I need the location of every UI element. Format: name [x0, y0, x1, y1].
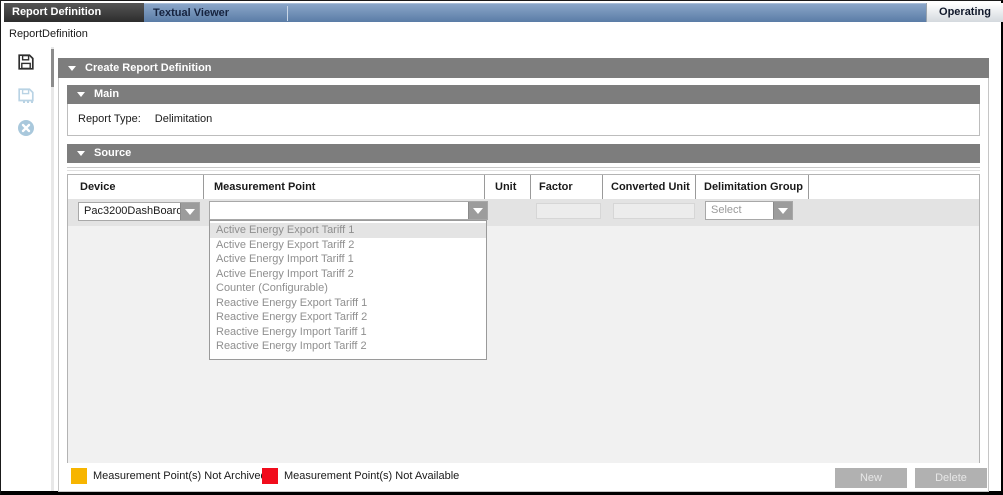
- legend-item-not-archived: Measurement Point(s) Not Archived: [71, 468, 267, 484]
- collapse-triangle-icon: [77, 151, 85, 156]
- column-header-converted-unit: Converted Unit: [602, 175, 695, 199]
- dropdown-option[interactable]: Reactive Energy Export Tariff 1: [210, 296, 486, 311]
- column-header-factor: Factor: [530, 175, 602, 199]
- measurement-point-options-list: Active Energy Export Tariff 1 Active Ene…: [209, 220, 487, 360]
- main-section-body: Report Type: Delimitation: [67, 104, 980, 136]
- dropdown-option[interactable]: Reactive Energy Import Tariff 1: [210, 325, 486, 340]
- source-table: Device Measurement Point Unit Factor Con…: [67, 174, 980, 464]
- scrollbar-thumb[interactable]: [51, 49, 54, 87]
- column-header-filler: [808, 175, 979, 199]
- legend-label: Measurement Point(s) Not Available: [284, 470, 459, 482]
- section-header-create-report[interactable]: Create Report Definition: [58, 58, 989, 78]
- section-title: Source: [94, 147, 131, 159]
- tab-operating[interactable]: Operating: [926, 3, 1003, 22]
- delimitation-group-dropdown[interactable]: Select: [705, 201, 793, 220]
- tab-separator: [287, 6, 288, 21]
- tab-textual-viewer[interactable]: Textual Viewer: [153, 4, 229, 22]
- section-header-main[interactable]: Main: [67, 85, 980, 104]
- dropdown-option[interactable]: Active Energy Export Tariff 2: [210, 238, 486, 253]
- factor-input[interactable]: [536, 203, 601, 219]
- device-dropdown[interactable]: Pac3200DashBoard: [78, 202, 200, 221]
- column-header-device: Device: [68, 175, 203, 199]
- chevron-down-icon[interactable]: [773, 202, 792, 219]
- divider: [67, 167, 980, 168]
- column-header-unit: Unit: [484, 175, 530, 199]
- device-dropdown-value: Pac3200DashBoard: [79, 203, 180, 220]
- legend-bar: Measurement Point(s) Not Archived Measur…: [59, 463, 988, 491]
- red-swatch-icon: [262, 468, 278, 484]
- collapse-triangle-icon: [77, 92, 85, 97]
- collapse-triangle-icon: [68, 66, 76, 71]
- dropdown-option[interactable]: Reactive Energy Export Tariff 2: [210, 310, 486, 325]
- legend-label: Measurement Point(s) Not Archived: [93, 470, 267, 482]
- tab-strip: Textual Viewer: [144, 3, 926, 22]
- dropdown-option[interactable]: Active Energy Export Tariff 1: [210, 223, 486, 238]
- report-type-value: Delimitation: [155, 113, 212, 125]
- dropdown-option[interactable]: Active Energy Import Tariff 1: [210, 252, 486, 267]
- save-as-dots: [23, 101, 33, 103]
- converted-unit-input[interactable]: [613, 203, 695, 219]
- legend-item-not-available: Measurement Point(s) Not Available: [262, 468, 459, 484]
- table-header-row: Device Measurement Point Unit Factor Con…: [68, 175, 979, 199]
- save-icon[interactable]: [17, 53, 35, 71]
- cancel-icon[interactable]: [17, 119, 35, 137]
- column-header-delimitation-group: Delimitation Group: [695, 175, 808, 199]
- column-header-measurement-point: Measurement Point: [203, 175, 484, 199]
- section-title: Create Report Definition: [85, 62, 212, 74]
- top-tab-bar: Report Definition Textual Viewer Operati…: [3, 3, 1001, 22]
- dropdown-option[interactable]: Active Energy Import Tariff 2: [210, 267, 486, 282]
- delimitation-group-dropdown-value: Select: [706, 202, 773, 219]
- dropdown-option[interactable]: Counter (Configurable): [210, 281, 486, 296]
- report-type-label: Report Type:: [78, 113, 141, 125]
- new-button[interactable]: New: [835, 468, 907, 488]
- create-report-panel: Create Report Definition Main Report Typ…: [58, 58, 989, 492]
- yellow-swatch-icon: [71, 468, 87, 484]
- measurement-point-dropdown-value: [210, 202, 468, 219]
- vertical-scrollbar[interactable]: [51, 47, 54, 491]
- table-row: Pac3200DashBoard Select: [68, 199, 979, 226]
- divider: [67, 170, 980, 171]
- tab-report-definition[interactable]: Report Definition: [4, 3, 144, 22]
- measurement-point-dropdown[interactable]: [209, 201, 488, 220]
- section-header-source[interactable]: Source: [67, 144, 980, 163]
- chevron-down-icon[interactable]: [180, 203, 199, 220]
- section-title: Main: [94, 88, 119, 100]
- chevron-down-icon[interactable]: [468, 202, 487, 219]
- save-as-icon[interactable]: [17, 87, 35, 105]
- delete-button[interactable]: Delete: [915, 468, 987, 488]
- page-title: ReportDefinition: [9, 28, 88, 40]
- dropdown-option[interactable]: Reactive Energy Import Tariff 2: [210, 339, 486, 354]
- app-window: Report Definition Textual Viewer Operati…: [0, 0, 1003, 495]
